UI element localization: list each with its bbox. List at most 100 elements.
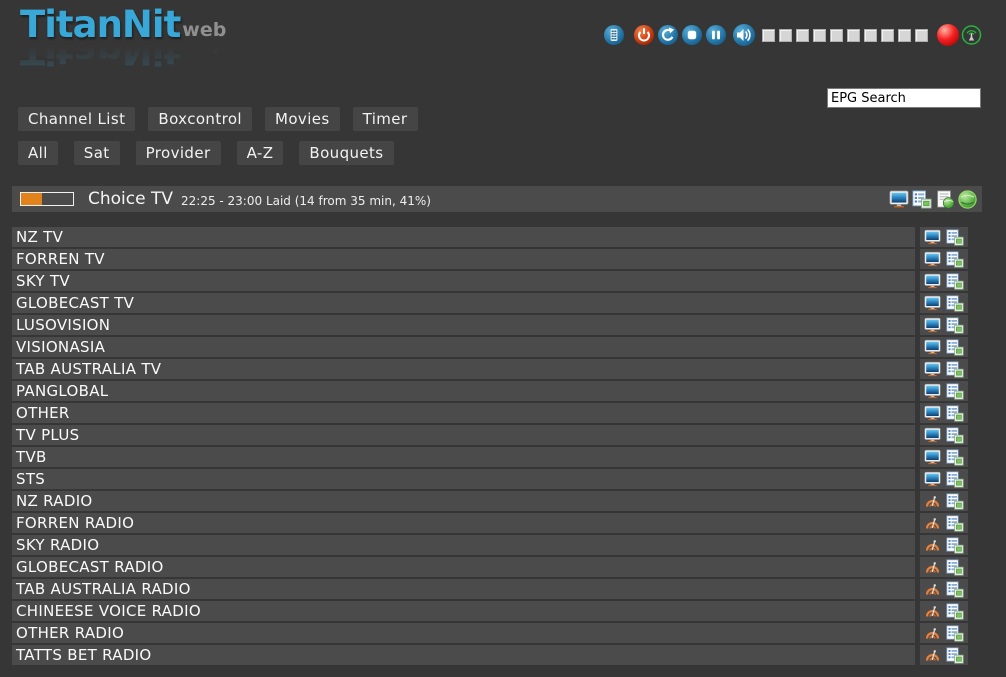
channel-name[interactable]: FORREN TV xyxy=(12,249,915,269)
channel-name[interactable]: OTHER RADIO xyxy=(12,623,915,643)
filter-sat[interactable]: Sat xyxy=(74,141,120,165)
filter-bouquets[interactable]: Bouquets xyxy=(299,141,393,165)
epg-list-icon[interactable] xyxy=(946,559,964,576)
tv-icon[interactable] xyxy=(924,229,941,245)
epg-list-icon[interactable] xyxy=(946,361,964,378)
channel-name[interactable]: PANGLOBAL xyxy=(12,381,915,401)
tv-icon[interactable] xyxy=(889,190,909,208)
remote-keypad-icon[interactable] xyxy=(603,24,625,46)
volume-block[interactable] xyxy=(847,29,860,42)
tv-icon[interactable] xyxy=(924,251,941,267)
volume-block[interactable] xyxy=(830,29,843,42)
epg-list-icon[interactable] xyxy=(946,295,964,312)
epg-search-input[interactable] xyxy=(827,88,981,108)
volume-block[interactable] xyxy=(915,29,928,42)
epg-list-icon[interactable] xyxy=(912,190,932,209)
epg-list-icon[interactable] xyxy=(946,493,964,510)
radio-icon[interactable] xyxy=(924,625,941,641)
epg-list-icon[interactable] xyxy=(946,383,964,400)
channel-row-actions xyxy=(920,447,968,467)
channel-row: GLOBECAST RADIO xyxy=(12,557,968,577)
epg-list-icon[interactable] xyxy=(946,427,964,444)
epg-list-icon[interactable] xyxy=(946,537,964,554)
channel-name[interactable]: GLOBECAST RADIO xyxy=(12,557,915,577)
radio-icon[interactable] xyxy=(924,559,941,575)
volume-block[interactable] xyxy=(881,29,894,42)
channel-row-actions xyxy=(920,535,968,555)
tv-icon[interactable] xyxy=(924,383,941,399)
channel-name[interactable]: NZ RADIO xyxy=(12,491,915,511)
epg-list-icon[interactable] xyxy=(946,647,964,664)
epg-list-icon[interactable] xyxy=(946,405,964,422)
tv-icon[interactable] xyxy=(924,361,941,377)
volume-level-bar[interactable] xyxy=(762,29,928,42)
epg-list-icon[interactable] xyxy=(946,625,964,642)
epg-list-icon[interactable] xyxy=(946,471,964,488)
tab-movies[interactable]: Movies xyxy=(265,107,340,131)
tv-icon[interactable] xyxy=(924,273,941,289)
volume-block[interactable] xyxy=(796,29,809,42)
channel-name[interactable]: VISIONASIA xyxy=(12,337,915,357)
channel-row: TATTS BET RADIO xyxy=(12,645,968,665)
epg-list-icon[interactable] xyxy=(946,317,964,334)
volume-block[interactable] xyxy=(864,29,877,42)
tv-icon[interactable] xyxy=(924,339,941,355)
channel-name[interactable]: TV PLUS xyxy=(12,425,915,445)
app-logo: TitanNitweb TitanNitweb xyxy=(20,6,224,69)
webpage-icon[interactable] xyxy=(935,190,955,209)
epg-list-icon[interactable] xyxy=(946,603,964,620)
stop-icon[interactable] xyxy=(681,24,703,46)
epg-list-icon[interactable] xyxy=(946,273,964,290)
channel-row: GLOBECAST TV xyxy=(12,293,968,313)
tv-icon[interactable] xyxy=(924,405,941,421)
channel-name[interactable]: SKY TV xyxy=(12,271,915,291)
tv-icon[interactable] xyxy=(924,449,941,465)
epg-list-icon[interactable] xyxy=(946,449,964,466)
transmit-icon[interactable] xyxy=(961,24,982,46)
tab-channel-list[interactable]: Channel List xyxy=(18,107,135,131)
channel-row-actions xyxy=(920,381,968,401)
volume-block[interactable] xyxy=(762,29,775,42)
speaker-icon[interactable] xyxy=(732,23,756,47)
volume-block[interactable] xyxy=(813,29,826,42)
epg-list-icon[interactable] xyxy=(946,581,964,598)
main-nav: Channel List Boxcontrol Movies Timer xyxy=(18,107,418,131)
epg-list-icon[interactable] xyxy=(946,339,964,356)
radio-icon[interactable] xyxy=(924,647,941,663)
tv-icon[interactable] xyxy=(924,427,941,443)
tab-boxcontrol[interactable]: Boxcontrol xyxy=(148,107,252,131)
channel-name[interactable]: FORREN RADIO xyxy=(12,513,915,533)
filter-provider[interactable]: Provider xyxy=(136,141,221,165)
channel-name[interactable]: GLOBECAST TV xyxy=(12,293,915,313)
channel-name[interactable]: NZ TV xyxy=(12,227,915,247)
radio-icon[interactable] xyxy=(924,581,941,597)
epg-list-icon[interactable] xyxy=(946,229,964,246)
channel-name[interactable]: SKY RADIO xyxy=(12,535,915,555)
volume-block[interactable] xyxy=(898,29,911,42)
tv-icon[interactable] xyxy=(924,295,941,311)
radio-icon[interactable] xyxy=(924,603,941,619)
tv-icon[interactable] xyxy=(924,471,941,487)
radio-icon[interactable] xyxy=(924,537,941,553)
radio-icon[interactable] xyxy=(924,493,941,509)
filter-all[interactable]: All xyxy=(18,141,58,165)
refresh-icon[interactable] xyxy=(657,24,679,46)
volume-block[interactable] xyxy=(779,29,792,42)
pause-icon[interactable] xyxy=(705,24,727,46)
epg-list-icon[interactable] xyxy=(946,515,964,532)
filter-a-z[interactable]: A-Z xyxy=(237,141,284,165)
radio-icon[interactable] xyxy=(924,515,941,531)
channel-name[interactable]: OTHER xyxy=(12,403,915,423)
channel-name[interactable]: TAB AUSTRALIA TV xyxy=(12,359,915,379)
globe-icon[interactable] xyxy=(958,190,977,209)
channel-name[interactable]: STS xyxy=(12,469,915,489)
tv-icon[interactable] xyxy=(924,317,941,333)
power-icon[interactable] xyxy=(633,24,655,46)
epg-list-icon[interactable] xyxy=(946,251,964,268)
channel-name[interactable]: TVB xyxy=(12,447,915,467)
channel-name[interactable]: CHINEESE VOICE RADIO xyxy=(12,601,915,621)
channel-name[interactable]: LUSOVISION xyxy=(12,315,915,335)
channel-name[interactable]: TATTS BET RADIO xyxy=(12,645,915,665)
channel-name[interactable]: TAB AUSTRALIA RADIO xyxy=(12,579,915,599)
tab-timer[interactable]: Timer xyxy=(353,107,418,131)
